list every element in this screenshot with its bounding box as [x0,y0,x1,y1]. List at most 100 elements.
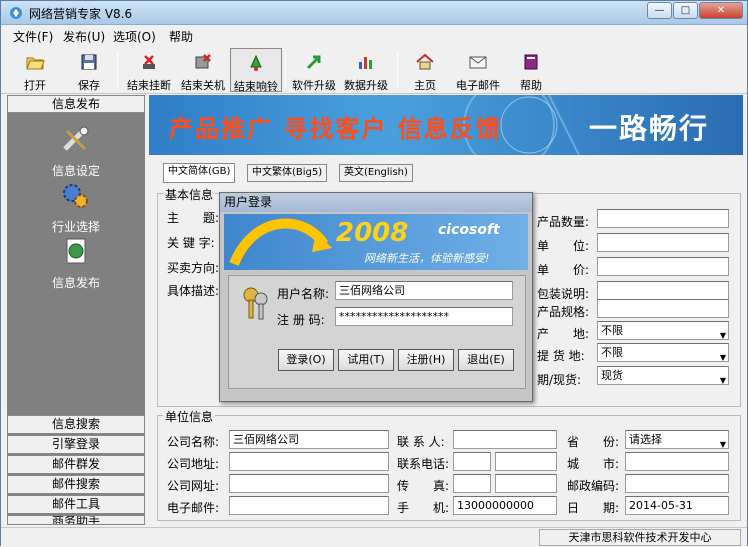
close-button[interactable]: ✕ [699,2,743,19]
chevron-down-icon: ▼ [719,440,726,449]
spot-futures-value: 现货 [601,369,623,382]
nav-item-info-settings[interactable]: 信息设定 [7,125,145,179]
banner-slogan-right: 一路畅行 [589,112,710,145]
phone-area-field[interactable] [453,452,491,471]
nav-item-info-publish-label: 信息发布 [51,276,100,290]
origin-label: 产 地: [537,327,590,341]
description-label: 具体描述: [167,284,220,298]
company-name-label: 公司名称: [167,435,220,449]
email-button[interactable]: 电子邮件 [451,48,505,92]
nav-engine-login[interactable]: 引擎登录 [7,435,145,454]
software-upgrade-button[interactable]: 软件升级 [289,48,339,92]
chevron-down-icon: ▼ [719,376,726,385]
end-ring-label: 结束响铃 [234,80,278,93]
email-label-field: 电子邮件: [167,501,220,515]
data-upgrade-button[interactable]: 数据升级 [341,48,391,92]
hangup-icon [143,55,155,69]
province-label: 省 份: [567,435,620,449]
nav-header-publish[interactable]: 信息发布 [7,95,145,113]
mobile-field[interactable]: 13000000000 [453,496,557,515]
register-button[interactable]: 注册(H) [398,349,454,371]
nav-mail-search[interactable]: 邮件搜索 [7,475,145,494]
nav-mass-mail[interactable]: 邮件群发 [7,455,145,474]
promo-banner: 产品推广 寻找客户 信息反馈 一路畅行 [149,95,743,155]
phone-number-field[interactable] [495,452,557,471]
login-button[interactable]: 登录(O) [278,349,334,371]
date-field[interactable]: 2014-05-31 [625,496,729,515]
menu-file[interactable]: 文件(F) [13,28,53,45]
end-ring-button[interactable]: 结束响铃 [230,48,282,93]
origin-select[interactable]: 不限 ▼ [597,321,729,340]
contact-field[interactable] [453,430,557,449]
login-code-label: 注 册 码: [277,313,325,327]
company-info-title: 单位信息 [163,408,216,425]
bar-chart-icon [359,57,372,69]
nav-mail-tools[interactable]: 邮件工具 [7,495,145,514]
status-company: 天津市思科软件技术开发中心 [539,529,741,546]
end-shutdown-button[interactable]: 结束关机 [177,48,229,92]
unit-field[interactable] [597,233,729,252]
login-user-field[interactable]: 三佰网络公司 [335,281,513,300]
menu-help[interactable]: 帮助 [169,28,193,45]
nav-info-search[interactable]: 信息搜索 [7,415,145,434]
email-field[interactable] [229,496,389,515]
login-dialog-title: 用户登录 [220,193,532,212]
upgrade-arrow-icon [306,55,321,70]
city-field[interactable] [625,452,729,471]
mobile-label: 手 机: [397,501,450,515]
packaging-label: 包装说明: [537,287,590,301]
province-select[interactable]: 请选择 ▼ [625,430,729,449]
phone-label: 联系电话: [397,457,450,471]
zip-field[interactable] [625,474,729,493]
menu-options[interactable]: 选项(O) [113,28,156,45]
left-navigation-pane: 信息发布 信息设定 行业选择 信息发布 信息搜索 引擎登录 邮件群发 邮件搜索 … [7,95,145,525]
subject-label: 主 题: [167,211,220,225]
pickup-select[interactable]: 不限 ▼ [597,343,729,362]
trade-direction-label: 买卖方向: [167,261,220,275]
packaging-field[interactable] [597,281,729,300]
minimize-button[interactable]: — [647,2,672,19]
email-label: 电子邮件 [456,79,500,92]
spot-futures-select[interactable]: 现货 ▼ [597,366,729,385]
globe-document-icon [66,238,86,264]
menu-publish[interactable]: 发布(U) [63,28,105,45]
city-label: 城 市: [567,457,620,471]
nav-item-industry-select[interactable]: 行业选择 [7,181,145,235]
trial-button[interactable]: 试用(T) [338,349,394,371]
fax-number-field[interactable] [495,474,557,493]
home-button[interactable]: 主页 [405,48,445,92]
help-button[interactable]: 帮助 [513,48,549,92]
tab-simplified-chinese[interactable]: 中文简体(GB) [163,163,236,183]
pickup-label: 提 货 地: [537,349,585,363]
quantity-field[interactable] [597,209,729,228]
price-field[interactable] [597,257,729,276]
spec-field[interactable] [597,299,729,318]
end-hangup-button[interactable]: 结束挂断 [123,48,175,92]
toolbar-separator [285,52,286,88]
save-label: 保存 [78,79,100,92]
origin-value: 不限 [601,324,623,337]
app-icon [10,7,22,19]
maximize-button[interactable]: □ [673,2,698,19]
nav-business-assistant[interactable]: 商务助手 [7,515,145,525]
nav-item-info-publish[interactable]: 信息发布 [7,237,145,291]
exit-button[interactable]: 退出(E) [458,349,514,371]
status-bar: 天津市思科软件技术开发中心 [1,527,747,547]
title-bar: 网络营销专家 V8.6 — □ ✕ [1,1,747,25]
home-icon [416,53,434,70]
save-button[interactable]: 保存 [69,48,109,92]
company-name-field[interactable]: 三佰网络公司 [229,430,389,449]
login-banner: 2008 cicosoft 网络新生活，体验新感受! [224,214,528,270]
login-banner-year: 2008 [336,218,409,248]
company-website-field[interactable] [229,474,389,493]
tab-traditional-chinese[interactable]: 中文繁体(Big5) [247,164,328,182]
company-address-field[interactable] [229,452,389,471]
data-upgrade-label: 数据升级 [344,79,388,92]
login-code-field[interactable]: ******************** [335,307,513,326]
pickup-value: 不限 [601,346,623,359]
nav-item-info-settings-label: 信息设定 [51,164,100,178]
fax-area-field[interactable] [453,474,491,493]
tab-english[interactable]: 英文(English) [339,164,413,182]
zip-label: 邮政编码: [567,479,620,493]
open-button[interactable]: 打开 [15,48,55,92]
